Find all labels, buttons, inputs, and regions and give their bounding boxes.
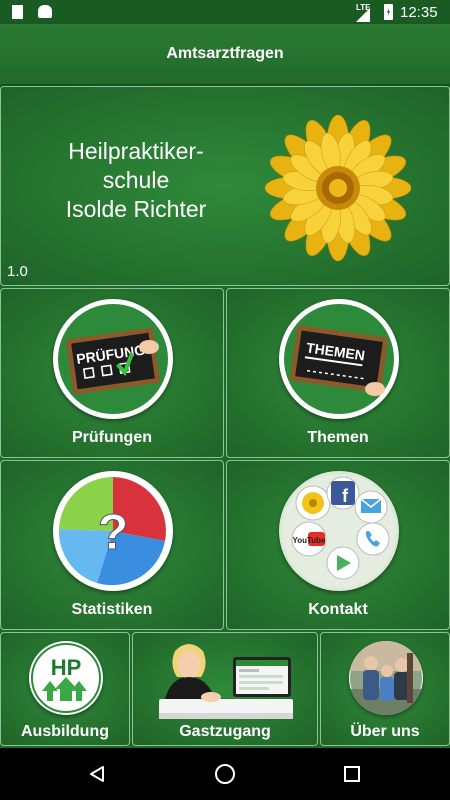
ausbildung-label: Ausbildung — [21, 723, 109, 740]
signal-icon — [356, 8, 370, 22]
chalkboard-check-icon: PRÜFUNG — [58, 304, 168, 414]
ausbildung-tile[interactable]: HP Ausbildung — [0, 632, 130, 746]
recents-icon[interactable] — [343, 765, 361, 783]
pruefungen-tile[interactable]: PRÜFUNG Prüfungen — [0, 288, 224, 458]
school-name-line-1: Heilpraktiker- — [68, 138, 204, 164]
android-icon — [38, 5, 52, 18]
app-version: 1.0 — [7, 263, 28, 280]
statistiken-icon: ? — [53, 471, 173, 591]
pruefungen-icon: PRÜFUNG — [53, 299, 173, 419]
sunflower-icon — [264, 114, 412, 262]
gastzugang-label: Gastzugang — [179, 723, 271, 740]
battery-charging-icon — [384, 4, 393, 20]
team-photo-icon — [349, 641, 423, 715]
school-name-line-3: Isolde Richter — [65, 196, 207, 222]
svg-text:f: f — [342, 486, 349, 506]
sd-card-icon — [12, 5, 23, 19]
statistiken-label: Statistiken — [71, 601, 153, 618]
gastzugang-tile[interactable]: Gastzugang — [132, 632, 318, 746]
statistiken-tile[interactable]: ? Statistiken — [0, 460, 224, 630]
kontakt-tile[interactable]: f YouTube Kontakt — [226, 460, 450, 630]
hp-logo-icon: HP — [31, 643, 101, 713]
themen-tile[interactable]: THEMEN Themen — [226, 288, 450, 458]
system-navigation-bar — [0, 748, 450, 800]
ueber-uns-label: Über uns — [350, 723, 420, 740]
school-banner: Heilpraktiker- schule Isolde Richter 1.0 — [0, 86, 450, 286]
home-icon[interactable] — [214, 763, 236, 785]
themen-icon: THEMEN — [279, 299, 399, 419]
back-icon[interactable] — [88, 765, 106, 783]
clock: 12:35 — [400, 4, 438, 21]
status-bar: LTE 12:35 — [0, 0, 450, 24]
ueber-uns-icon — [349, 641, 423, 715]
pie-chart-icon: ? — [57, 475, 169, 587]
hp-logo-text: HP — [51, 655, 82, 680]
social-media-icon: f YouTube — [282, 474, 396, 588]
school-name-line-2: schule — [102, 167, 170, 193]
ueber-uns-tile[interactable]: Über uns — [320, 632, 450, 746]
themen-label: Themen — [307, 429, 369, 446]
question-mark-text: ? — [98, 504, 129, 560]
chalkboard-topics-icon: THEMEN — [284, 304, 394, 414]
school-name: Heilpraktiker- schule Isolde Richter — [41, 137, 231, 224]
kontakt-icon: f YouTube — [279, 471, 399, 591]
guest-access-illustration — [159, 644, 293, 719]
kontakt-label: Kontakt — [308, 601, 368, 618]
app-title: Amtsarztfragen — [166, 45, 284, 62]
pruefungen-label: Prüfungen — [72, 429, 152, 446]
app-bar: Amtsarztfragen — [0, 24, 450, 84]
youtube-text: YouTube — [292, 536, 326, 545]
ausbildung-icon: HP — [29, 641, 103, 715]
